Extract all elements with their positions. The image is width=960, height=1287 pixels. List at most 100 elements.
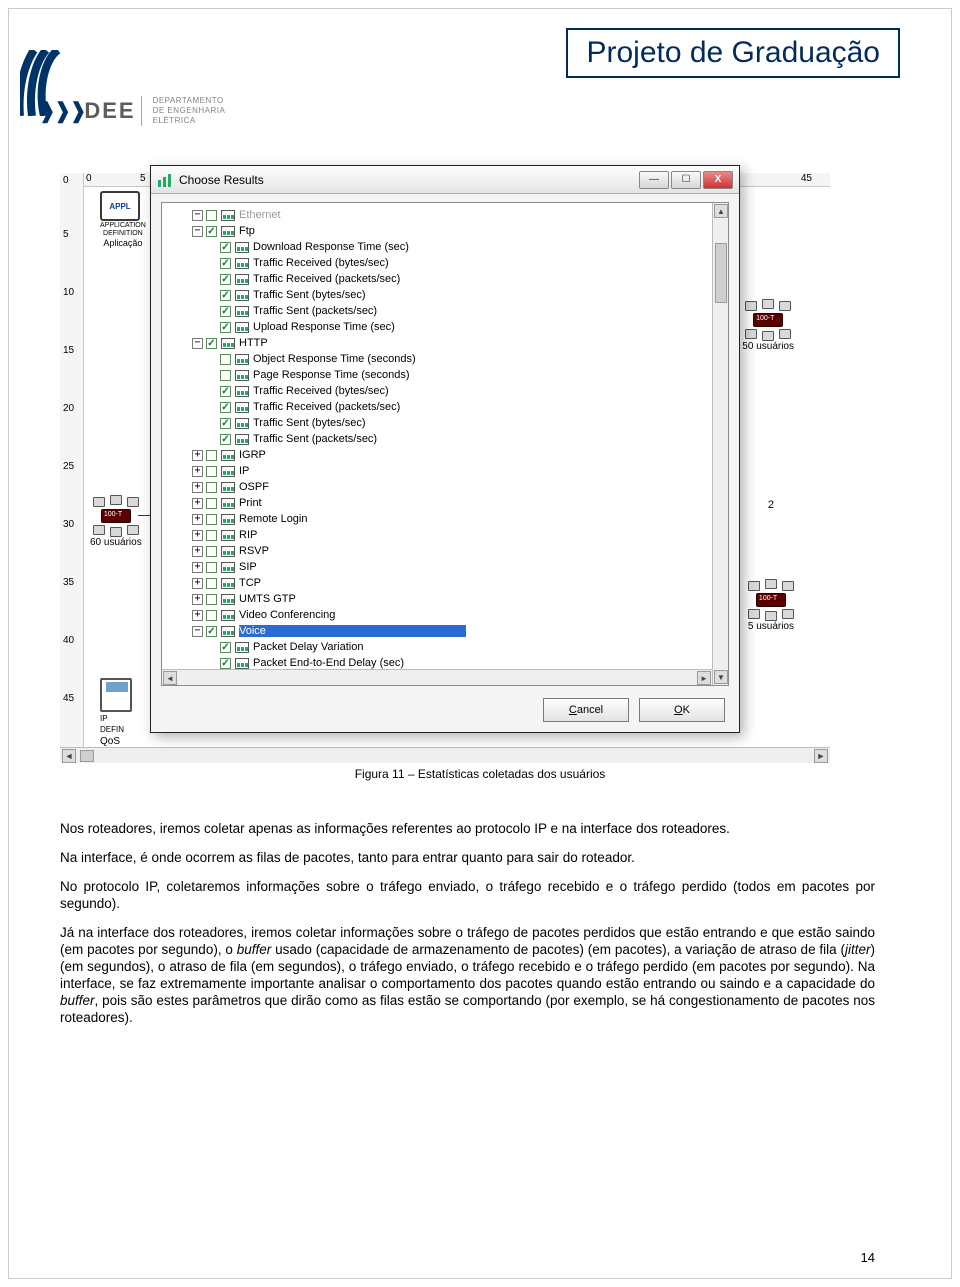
scroll-up-button[interactable]: ▲	[714, 204, 728, 218]
stat-icon	[235, 322, 249, 333]
tree-ospf[interactable]: +OSPF	[164, 479, 726, 495]
checkbox-icon[interactable]	[206, 610, 217, 621]
checkbox-icon[interactable]	[220, 322, 231, 333]
tree-http-item[interactable]: Traffic Sent (packets/sec)	[164, 431, 726, 447]
expand-icon[interactable]: −	[192, 226, 203, 237]
checkbox-icon[interactable]	[220, 242, 231, 253]
body-text: Nos roteadores, iremos coletar apenas as…	[60, 820, 875, 1038]
checkbox-icon[interactable]	[206, 338, 217, 349]
expand-icon[interactable]: −	[192, 626, 203, 637]
dee-logo: ❱❱❱ DEE DEPARTAMENTO DE ENGENHARIA ELÉTR…	[32, 96, 225, 126]
qos-definition-node: IP DEFIN QoS	[100, 678, 132, 747]
expand-icon[interactable]: +	[192, 546, 203, 557]
tree-video-conferencing[interactable]: +Video Conferencing	[164, 607, 726, 623]
stat-icon	[235, 418, 249, 429]
tree-voice-item[interactable]: Packet Delay Variation	[164, 639, 726, 655]
scroll-down-button[interactable]: ▼	[714, 670, 728, 684]
lan-icon	[93, 495, 139, 537]
checkbox-icon[interactable]	[206, 210, 217, 221]
checkbox-icon[interactable]	[220, 274, 231, 285]
checkbox-icon[interactable]	[220, 402, 231, 413]
expand-icon[interactable]: +	[192, 466, 203, 477]
tree-igrp[interactable]: +IGRP	[164, 447, 726, 463]
canvas-scrollbar-h[interactable]: ◄ ►	[60, 747, 830, 763]
checkbox-icon[interactable]	[220, 658, 231, 669]
dialog-titlebar[interactable]: Choose Results — ☐ X	[151, 166, 739, 194]
expand-icon[interactable]: +	[192, 514, 203, 525]
tree-ftp-item[interactable]: Traffic Received (packets/sec)	[164, 271, 726, 287]
expand-icon[interactable]: +	[192, 578, 203, 589]
expand-icon[interactable]: +	[192, 498, 203, 509]
tree-http[interactable]: −HTTP	[164, 335, 726, 351]
checkbox-icon[interactable]	[220, 290, 231, 301]
expand-icon[interactable]: −	[192, 338, 203, 349]
scroll-thumb-v[interactable]	[715, 243, 727, 303]
ok-button[interactable]: OK	[639, 698, 725, 722]
tree-ftp-item[interactable]: Traffic Sent (bytes/sec)	[164, 287, 726, 303]
application-definition-node: APPL APPLICATION DEFINITION Aplicação	[100, 191, 146, 248]
results-tree[interactable]: −Ethernet−FtpDownload Response Time (sec…	[162, 203, 728, 686]
tree-sip[interactable]: +SIP	[164, 559, 726, 575]
stat-icon	[221, 450, 235, 461]
tree-rip[interactable]: +RIP	[164, 527, 726, 543]
checkbox-icon[interactable]	[206, 482, 217, 493]
dee-line1: DEPARTAMENTO	[153, 96, 224, 105]
scroll-left-button[interactable]: ◄	[62, 749, 76, 763]
checkbox-icon[interactable]	[206, 530, 217, 541]
close-button[interactable]: X	[703, 171, 733, 189]
checkbox-icon[interactable]	[220, 434, 231, 445]
tree-tcp[interactable]: +TCP	[164, 575, 726, 591]
checkbox-icon[interactable]	[220, 370, 231, 381]
tree-ftp-item[interactable]: Download Response Time (sec)	[164, 239, 726, 255]
dialog-scrollbar-v[interactable]: ▲ ▼	[712, 203, 728, 685]
tree-voice[interactable]: −Voice	[164, 623, 726, 639]
tree-ftp-item[interactable]: Upload Response Time (sec)	[164, 319, 726, 335]
tree-ftp-item[interactable]: Traffic Sent (packets/sec)	[164, 303, 726, 319]
expand-icon[interactable]: +	[192, 482, 203, 493]
tree-ftp-item[interactable]: Traffic Received (bytes/sec)	[164, 255, 726, 271]
scroll-left-button[interactable]: ◄	[163, 671, 177, 685]
cancel-button[interactable]: Cancel	[543, 698, 629, 722]
checkbox-icon[interactable]	[220, 642, 231, 653]
maximize-button[interactable]: ☐	[671, 171, 701, 189]
checkbox-icon[interactable]	[206, 514, 217, 525]
expand-icon[interactable]: −	[192, 210, 203, 221]
tree-http-item[interactable]: Object Response Time (seconds)	[164, 351, 726, 367]
checkbox-icon[interactable]	[220, 258, 231, 269]
expand-icon[interactable]: +	[192, 450, 203, 461]
scroll-thumb[interactable]	[80, 750, 94, 762]
checkbox-icon[interactable]	[220, 354, 231, 365]
tree-rsvp[interactable]: +RSVP	[164, 543, 726, 559]
dialog-scrollbar-h[interactable]: ◄ ►	[162, 669, 712, 685]
tree-ftp[interactable]: −Ftp	[164, 223, 726, 239]
expand-icon[interactable]: +	[192, 562, 203, 573]
checkbox-icon[interactable]	[206, 594, 217, 605]
checkbox-icon[interactable]	[206, 498, 217, 509]
expand-icon[interactable]: +	[192, 530, 203, 541]
checkbox-icon[interactable]	[206, 450, 217, 461]
scroll-right-button[interactable]: ►	[814, 749, 828, 763]
tree-ethernet[interactable]: −Ethernet	[164, 207, 726, 223]
dee-line3: ELÉTRICA	[153, 116, 196, 125]
checkbox-icon[interactable]	[206, 562, 217, 573]
tree-http-item[interactable]: Traffic Received (packets/sec)	[164, 399, 726, 415]
checkbox-icon[interactable]	[206, 226, 217, 237]
checkbox-icon[interactable]	[206, 466, 217, 477]
expand-icon[interactable]: +	[192, 610, 203, 621]
tree-http-item[interactable]: Traffic Received (bytes/sec)	[164, 383, 726, 399]
checkbox-icon[interactable]	[206, 546, 217, 557]
tree-umts-gtp[interactable]: +UMTS GTP	[164, 591, 726, 607]
tree-ip[interactable]: +IP	[164, 463, 726, 479]
expand-icon[interactable]: +	[192, 594, 203, 605]
checkbox-icon[interactable]	[220, 306, 231, 317]
tree-print[interactable]: +Print	[164, 495, 726, 511]
tree-http-item[interactable]: Page Response Time (seconds)	[164, 367, 726, 383]
checkbox-icon[interactable]	[206, 578, 217, 589]
scroll-right-button[interactable]: ►	[697, 671, 711, 685]
checkbox-icon[interactable]	[220, 418, 231, 429]
minimize-button[interactable]: —	[639, 171, 669, 189]
checkbox-icon[interactable]	[220, 386, 231, 397]
checkbox-icon[interactable]	[206, 626, 217, 637]
tree-http-item[interactable]: Traffic Sent (bytes/sec)	[164, 415, 726, 431]
tree-remote-login[interactable]: +Remote Login	[164, 511, 726, 527]
